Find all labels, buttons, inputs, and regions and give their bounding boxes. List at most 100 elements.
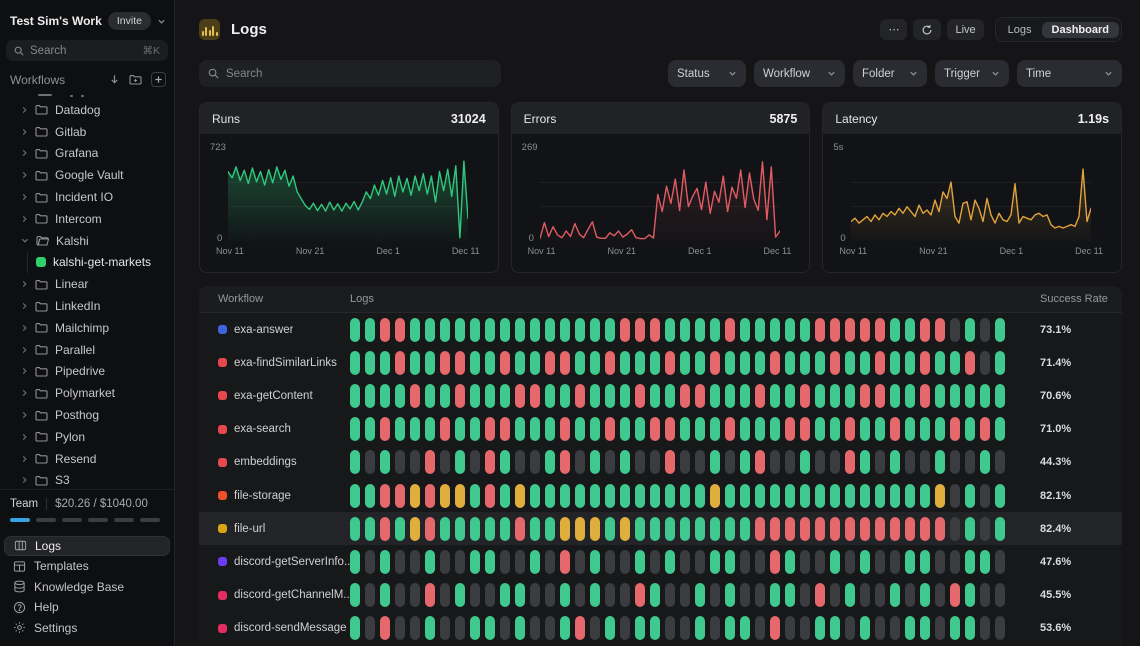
sort-arrow-icon[interactable] <box>109 74 120 85</box>
log-bar[interactable] <box>530 516 540 541</box>
log-bar[interactable] <box>830 483 840 508</box>
log-bar[interactable] <box>710 516 720 541</box>
log-bar[interactable] <box>560 583 570 608</box>
log-bar[interactable] <box>440 383 450 408</box>
log-bar[interactable] <box>530 450 540 475</box>
log-bar[interactable] <box>875 583 885 608</box>
log-bar[interactable] <box>815 549 825 574</box>
log-bar[interactable] <box>875 516 885 541</box>
log-bar[interactable] <box>740 616 750 641</box>
tree-folder-incident-io[interactable]: Incident IO <box>0 186 174 208</box>
log-bar[interactable] <box>830 317 840 342</box>
log-bar[interactable] <box>695 616 705 641</box>
log-bar[interactable] <box>635 516 645 541</box>
log-bar[interactable] <box>395 383 405 408</box>
log-bar[interactable] <box>980 616 990 641</box>
log-bar[interactable] <box>350 383 360 408</box>
log-bar[interactable] <box>680 383 690 408</box>
log-bar[interactable] <box>950 450 960 475</box>
log-bar[interactable] <box>635 417 645 442</box>
log-bar[interactable] <box>425 417 435 442</box>
log-bar[interactable] <box>530 317 540 342</box>
log-bar[interactable] <box>860 317 870 342</box>
log-bar[interactable] <box>845 450 855 475</box>
log-bar[interactable] <box>755 450 765 475</box>
log-bar[interactable] <box>410 549 420 574</box>
sidebar-item-settings[interactable]: Settings <box>4 618 170 639</box>
log-bar[interactable] <box>365 350 375 375</box>
log-bar[interactable] <box>830 549 840 574</box>
log-bar[interactable] <box>905 383 915 408</box>
log-bar[interactable] <box>650 383 660 408</box>
log-bar[interactable] <box>935 616 945 641</box>
log-bar[interactable] <box>875 317 885 342</box>
log-bar[interactable] <box>890 549 900 574</box>
log-bar[interactable] <box>800 516 810 541</box>
table-row-file-storage[interactable]: file-storage 82.1% <box>199 479 1122 512</box>
log-bar[interactable] <box>905 317 915 342</box>
log-bar[interactable] <box>635 483 645 508</box>
log-bar[interactable] <box>605 450 615 475</box>
log-bar[interactable] <box>500 583 510 608</box>
log-bar[interactable] <box>560 317 570 342</box>
log-bar[interactable] <box>785 383 795 408</box>
log-bar[interactable] <box>365 417 375 442</box>
log-bar[interactable] <box>860 583 870 608</box>
log-bar[interactable] <box>680 483 690 508</box>
log-bar[interactable] <box>950 583 960 608</box>
log-bar[interactable] <box>875 417 885 442</box>
log-bar[interactable] <box>725 583 735 608</box>
log-bar[interactable] <box>920 417 930 442</box>
log-bar[interactable] <box>530 483 540 508</box>
log-bar[interactable] <box>935 383 945 408</box>
log-bar[interactable] <box>740 383 750 408</box>
log-bar[interactable] <box>455 450 465 475</box>
log-bar[interactable] <box>650 350 660 375</box>
log-bar[interactable] <box>980 549 990 574</box>
log-bar[interactable] <box>620 516 630 541</box>
table-row-discord-getserverinfo-[interactable]: discord-getServerInfo... 47.6% <box>199 545 1122 578</box>
log-bar[interactable] <box>920 616 930 641</box>
log-bar[interactable] <box>860 616 870 641</box>
table-row-exa-answer[interactable]: exa-answer 73.1% <box>199 313 1122 346</box>
log-bar[interactable] <box>440 483 450 508</box>
log-bar[interactable] <box>965 317 975 342</box>
log-bar[interactable] <box>920 516 930 541</box>
log-bar[interactable] <box>650 317 660 342</box>
log-bar[interactable] <box>845 417 855 442</box>
log-bar[interactable] <box>470 417 480 442</box>
log-bar[interactable] <box>350 583 360 608</box>
sidebar-item-help[interactable]: Help <box>4 597 170 618</box>
log-bar[interactable] <box>500 417 510 442</box>
log-bar[interactable] <box>560 516 570 541</box>
log-bar[interactable] <box>695 417 705 442</box>
log-bar[interactable] <box>770 317 780 342</box>
log-bar[interactable] <box>695 383 705 408</box>
log-bar[interactable] <box>350 549 360 574</box>
log-bar[interactable] <box>875 616 885 641</box>
log-bar[interactable] <box>515 616 525 641</box>
log-bar[interactable] <box>725 450 735 475</box>
log-bar[interactable] <box>710 549 720 574</box>
log-bar[interactable] <box>755 483 765 508</box>
log-bar[interactable] <box>740 516 750 541</box>
log-bar[interactable] <box>680 516 690 541</box>
log-bar[interactable] <box>695 317 705 342</box>
tree-folder-mailchimp[interactable]: Mailchimp <box>0 317 174 339</box>
log-bar[interactable] <box>635 350 645 375</box>
log-bar[interactable] <box>845 549 855 574</box>
log-bar[interactable] <box>710 450 720 475</box>
log-bar[interactable] <box>710 350 720 375</box>
log-bar[interactable] <box>590 383 600 408</box>
log-bar[interactable] <box>845 383 855 408</box>
table-row-exa-search[interactable]: exa-search 71.0% <box>199 413 1122 446</box>
log-bar[interactable] <box>425 583 435 608</box>
log-bar[interactable] <box>755 317 765 342</box>
refresh-button[interactable] <box>913 19 942 40</box>
log-bar[interactable] <box>725 483 735 508</box>
log-bar[interactable] <box>350 317 360 342</box>
log-bar[interactable] <box>410 516 420 541</box>
log-bar[interactable] <box>545 383 555 408</box>
log-bar[interactable] <box>980 516 990 541</box>
log-bar[interactable] <box>530 350 540 375</box>
